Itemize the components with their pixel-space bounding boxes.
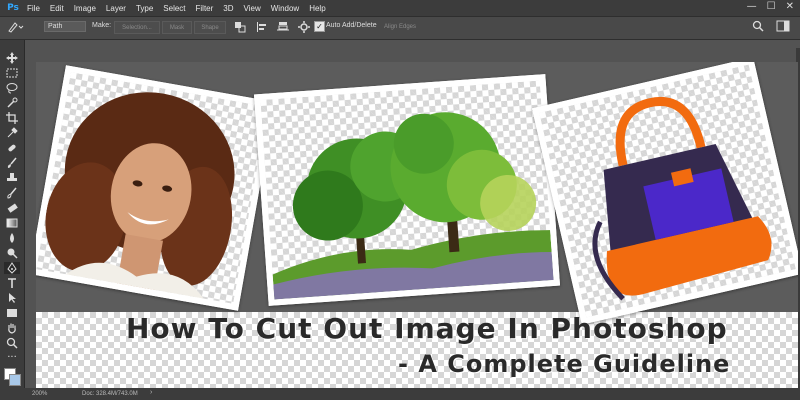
path-operations-icon[interactable] <box>234 21 246 35</box>
menu-select[interactable]: Select <box>163 4 185 13</box>
search-icon[interactable] <box>752 20 764 34</box>
menu-layer[interactable]: Layer <box>106 4 126 13</box>
eyedropper-icon[interactable] <box>4 127 20 139</box>
path-select-icon[interactable] <box>4 292 20 304</box>
banner-title-line1: How To Cut Out Image In Photoshop <box>126 312 728 345</box>
marquee-icon[interactable] <box>4 67 20 79</box>
menu-help[interactable]: Help <box>309 4 325 13</box>
history-brush-icon[interactable] <box>4 187 20 199</box>
status-bar: 200% Doc: 328.4M/743.0M › <box>0 388 800 400</box>
eraser-icon[interactable] <box>4 202 20 214</box>
tool-mode-select[interactable]: Path <box>44 21 86 32</box>
document-info: Doc: 328.4M/743.0M <box>82 391 138 397</box>
close-button[interactable]: ✕ <box>786 1 794 12</box>
menu-file[interactable]: File <box>27 4 40 13</box>
photo-tree <box>253 74 561 306</box>
minimize-button[interactable]: — <box>747 1 757 12</box>
zoom-icon[interactable] <box>4 337 20 349</box>
move-icon[interactable] <box>4 52 20 64</box>
menu-filter[interactable]: Filter <box>196 4 214 13</box>
maximize-button[interactable]: ☐ <box>767 1 776 12</box>
menu-type[interactable]: Type <box>136 4 153 13</box>
background-color-swatch[interactable] <box>9 374 21 386</box>
banner-title-line2: - A Complete Guideline <box>398 350 731 378</box>
tool-mode-value: Path <box>48 23 63 30</box>
tree-image <box>272 112 554 300</box>
photoshop-logo: Ps <box>7 3 19 13</box>
path-alignment-icon[interactable] <box>256 21 268 35</box>
menu-3d[interactable]: 3D <box>223 4 233 13</box>
crop-icon[interactable] <box>4 112 20 124</box>
tools-panel: ··· <box>0 40 25 390</box>
photo-woman <box>36 65 275 311</box>
auto-add-delete-checkbox[interactable]: ✓ <box>314 21 325 32</box>
dodge-icon[interactable] <box>4 247 20 259</box>
type-icon[interactable] <box>4 277 20 289</box>
gradient-icon[interactable] <box>4 217 20 229</box>
healing-icon[interactable] <box>4 142 20 154</box>
make-selection-button[interactable]: Selection... <box>114 21 160 34</box>
quick-select-icon[interactable] <box>4 97 20 109</box>
workspace-icon[interactable] <box>776 20 790 34</box>
menu-bar: Ps File Edit Image Layer Type Select Fil… <box>0 0 800 16</box>
make-label: Make: <box>92 22 112 29</box>
menu-image[interactable]: Image <box>74 4 96 13</box>
rectangle-icon[interactable] <box>4 307 20 319</box>
blur-icon[interactable] <box>4 232 20 244</box>
document-canvas[interactable]: How To Cut Out Image In Photoshop - A Co… <box>36 62 798 388</box>
path-arrangement-icon[interactable] <box>276 21 290 35</box>
zoom-level[interactable]: 200% <box>32 391 47 397</box>
lasso-icon[interactable] <box>4 82 20 94</box>
hand-icon[interactable] <box>4 322 20 334</box>
options-bar: Path Make: Selection... Mask Shape ✓ Aut… <box>0 16 800 40</box>
menu-window[interactable]: Window <box>271 4 299 13</box>
auto-add-delete-label: Auto Add/Delete <box>326 22 377 29</box>
make-shape-button[interactable]: Shape <box>194 21 226 34</box>
stamp-icon[interactable] <box>4 172 20 184</box>
pen-tool-preset-icon[interactable] <box>6 20 24 36</box>
status-menu-arrow-icon[interactable]: › <box>150 389 152 396</box>
photo-bag <box>531 62 798 325</box>
menu-view[interactable]: View <box>244 4 261 13</box>
align-edges-option[interactable]: Align Edges <box>378 21 422 32</box>
more-tools-icon[interactable]: ··· <box>4 352 20 364</box>
pen-icon[interactable] <box>4 262 20 274</box>
menu-edit[interactable]: Edit <box>50 4 64 13</box>
handbag-image <box>592 97 772 301</box>
brush-icon[interactable] <box>4 157 20 169</box>
woman-image <box>45 92 235 299</box>
make-mask-button[interactable]: Mask <box>162 21 192 34</box>
gear-icon[interactable] <box>298 21 310 35</box>
